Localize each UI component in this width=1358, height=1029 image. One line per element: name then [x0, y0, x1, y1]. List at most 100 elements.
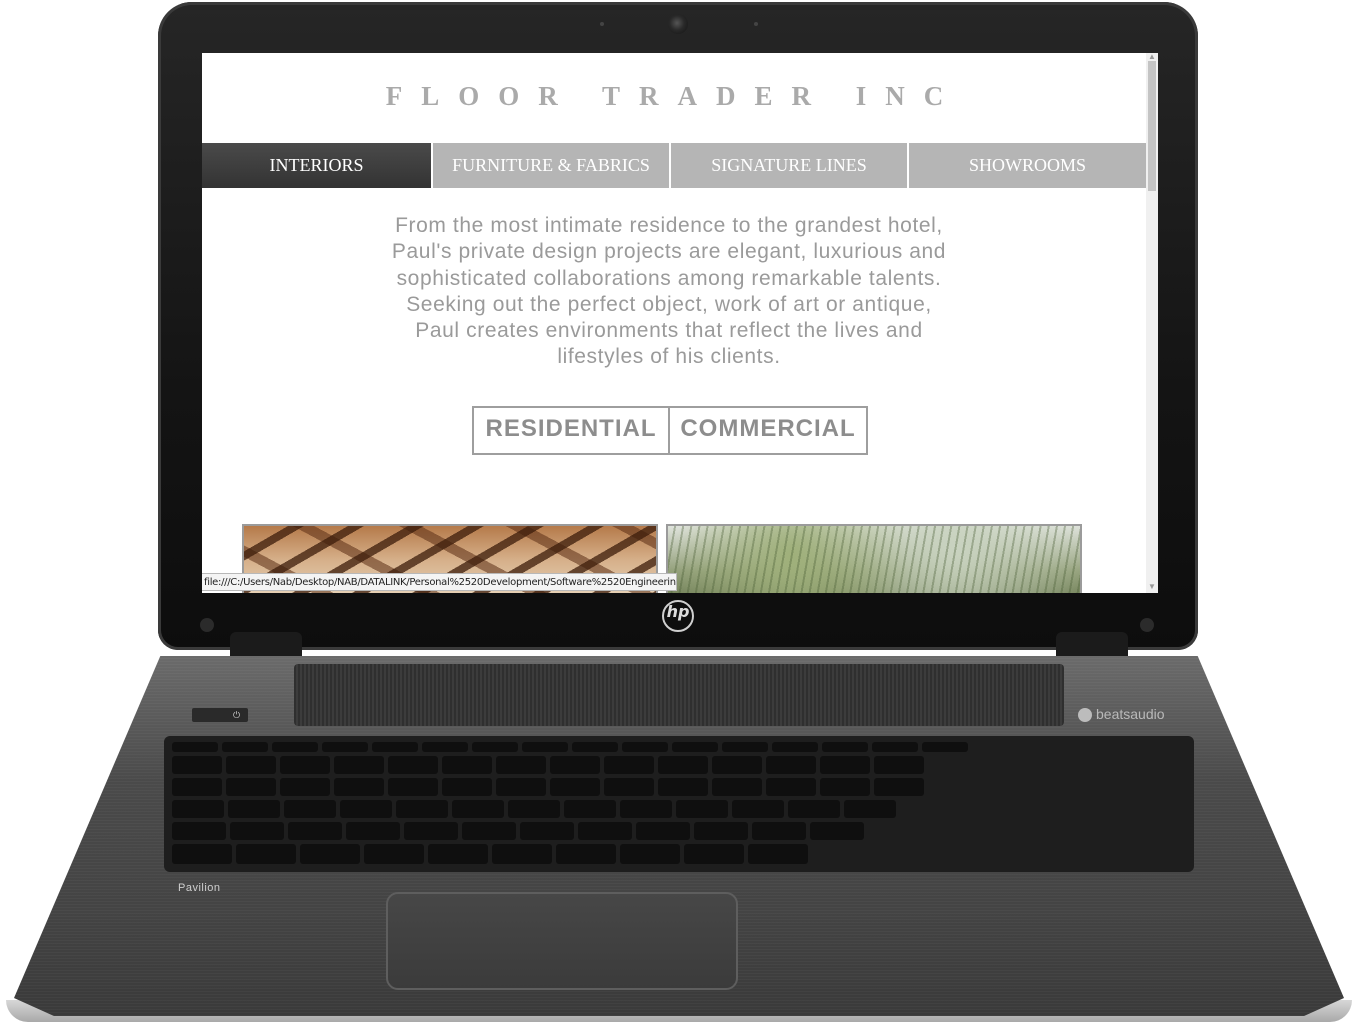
keyboard-key[interactable]	[622, 742, 668, 752]
keyboard-key[interactable]	[578, 822, 632, 840]
nav-tab-showrooms[interactable]: SHOWROOMS	[909, 143, 1146, 188]
intro-line: sophisticated collaborations among remar…	[396, 266, 942, 290]
keyboard-key[interactable]	[788, 800, 840, 818]
keyboard-key[interactable]	[872, 742, 918, 752]
nav-tab-interiors[interactable]: INTERIORS	[202, 143, 431, 188]
keyboard-key[interactable]	[230, 822, 284, 840]
keyboard-key[interactable]	[694, 822, 748, 840]
keyboard-key[interactable]	[172, 844, 232, 864]
keyboard-key[interactable]	[172, 756, 222, 774]
keyboard-key[interactable]	[752, 822, 806, 840]
keyboard-key[interactable]	[228, 800, 280, 818]
intro-line: Paul creates environments that reflect t…	[415, 319, 923, 343]
keyboard-key[interactable]	[620, 800, 672, 818]
keyboard-key[interactable]	[556, 844, 616, 864]
intro-line: From the most intimate residence to the …	[395, 214, 943, 237]
keyboard-key[interactable]	[334, 778, 384, 796]
keyboard-key[interactable]	[636, 822, 690, 840]
keyboard-key[interactable]	[604, 756, 654, 774]
site-title: FLOOR TRADER INC	[385, 81, 963, 111]
keyboard-key[interactable]	[372, 742, 418, 752]
touchpad[interactable]	[386, 892, 738, 990]
keyboard-key[interactable]	[396, 800, 448, 818]
keyboard-key[interactable]	[766, 756, 816, 774]
keyboard-key[interactable]	[442, 778, 492, 796]
keyboard-key[interactable]	[550, 778, 600, 796]
keyboard[interactable]	[164, 736, 1194, 872]
keyboard-key[interactable]	[572, 742, 618, 752]
keyboard-key[interactable]	[322, 742, 368, 752]
keyboard-key[interactable]	[810, 822, 864, 840]
keyboard-key[interactable]	[604, 778, 654, 796]
keyboard-key[interactable]	[272, 742, 318, 752]
keyboard-key[interactable]	[226, 756, 276, 774]
keyboard-key[interactable]	[732, 800, 784, 818]
webcam-icon	[668, 14, 688, 34]
keyboard-key[interactable]	[874, 778, 924, 796]
keyboard-key[interactable]	[222, 742, 268, 752]
keyboard-key[interactable]	[620, 844, 680, 864]
keyboard-key[interactable]	[820, 756, 870, 774]
keyboard-key[interactable]	[672, 742, 718, 752]
keyboard-key[interactable]	[508, 800, 560, 818]
keyboard-key[interactable]	[492, 844, 552, 864]
keyboard-key[interactable]	[496, 778, 546, 796]
commercial-photo[interactable]	[666, 524, 1082, 593]
keyboard-key[interactable]	[822, 742, 868, 752]
keyboard-key[interactable]	[404, 822, 458, 840]
hp-logo: hp	[662, 600, 694, 632]
keyboard-key[interactable]	[226, 778, 276, 796]
keyboard-key[interactable]	[658, 778, 708, 796]
keyboard-key[interactable]	[748, 844, 808, 864]
keyboard-key[interactable]	[496, 756, 546, 774]
keyboard-key[interactable]	[334, 756, 384, 774]
keyboard-key[interactable]	[280, 778, 330, 796]
keyboard-key[interactable]	[844, 800, 896, 818]
keyboard-key[interactable]	[172, 800, 224, 818]
keyboard-key[interactable]	[874, 756, 924, 774]
keyboard-key[interactable]	[172, 822, 226, 840]
keyboard-key[interactable]	[550, 756, 600, 774]
residential-button[interactable]: RESIDENTIAL	[474, 406, 668, 455]
keyboard-key[interactable]	[564, 800, 616, 818]
keyboard-key[interactable]	[462, 822, 516, 840]
nav-tab-signature-lines[interactable]: SIGNATURE LINES	[671, 143, 907, 188]
keyboard-key[interactable]	[712, 756, 762, 774]
keyboard-key[interactable]	[280, 756, 330, 774]
keyboard-key[interactable]	[520, 822, 574, 840]
keyboard-key[interactable]	[364, 844, 424, 864]
keyboard-key[interactable]	[288, 822, 342, 840]
keyboard-key[interactable]	[472, 742, 518, 752]
keyboard-key[interactable]	[766, 778, 816, 796]
intro-line: lifestyles of his clients.	[557, 345, 781, 369]
scrollbar-thumb[interactable]	[1148, 61, 1156, 191]
scroll-down-arrow-icon[interactable]: ▼	[1147, 583, 1157, 591]
keyboard-key[interactable]	[722, 742, 768, 752]
keyboard-key[interactable]	[820, 778, 870, 796]
scroll-up-arrow-icon[interactable]: ▲	[1147, 53, 1157, 61]
keyboard-key[interactable]	[422, 742, 468, 752]
keyboard-key[interactable]	[346, 822, 400, 840]
beats-audio-label: beatsaudio	[1096, 706, 1165, 722]
keyboard-key[interactable]	[428, 844, 488, 864]
commercial-button[interactable]: COMMERCIAL	[668, 406, 866, 455]
keyboard-key[interactable]	[772, 742, 818, 752]
lid-bumper-right	[1140, 618, 1154, 632]
nav-tab-furniture-fabrics[interactable]: FURNITURE & FABRICS	[433, 143, 669, 188]
keyboard-key[interactable]	[684, 844, 744, 864]
keyboard-key[interactable]	[442, 756, 492, 774]
keyboard-key[interactable]	[658, 756, 708, 774]
keyboard-key[interactable]	[172, 742, 218, 752]
keyboard-key[interactable]	[388, 778, 438, 796]
keyboard-key[interactable]	[712, 778, 762, 796]
keyboard-key[interactable]	[676, 800, 728, 818]
keyboard-key[interactable]	[522, 742, 568, 752]
keyboard-key[interactable]	[236, 844, 296, 864]
keyboard-key[interactable]	[300, 844, 360, 864]
keyboard-key[interactable]	[388, 756, 438, 774]
keyboard-key[interactable]	[172, 778, 222, 796]
keyboard-key[interactable]	[340, 800, 392, 818]
keyboard-key[interactable]	[452, 800, 504, 818]
keyboard-key[interactable]	[922, 742, 968, 752]
keyboard-key[interactable]	[284, 800, 336, 818]
